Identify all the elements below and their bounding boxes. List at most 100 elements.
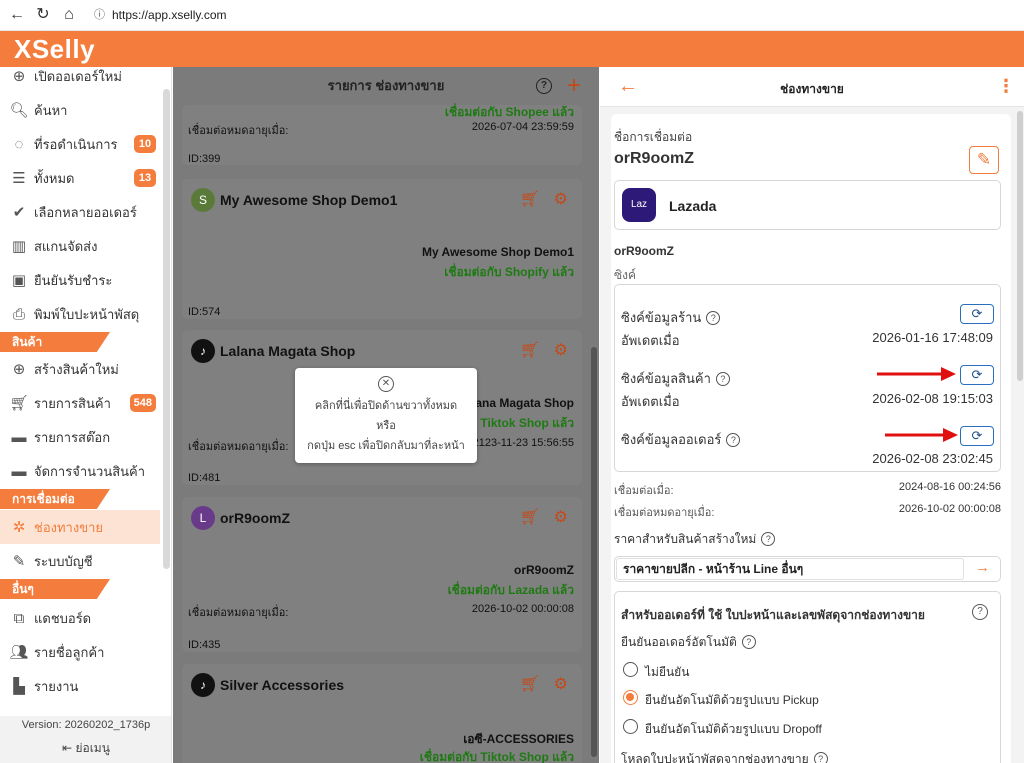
sidebar-item-confirm-payment[interactable]: ▣ ยืนยันรับชำระ [0,263,160,297]
site-info-icon[interactable]: ⓘ [94,4,105,26]
sidebar-item-multi-select[interactable]: ✔ เลือกหลายออเดอร์ [0,195,160,229]
sidebar-item-label: รายงาน [34,678,79,694]
updated-label: อัพเดตเมื่อ [621,394,680,409]
sidebar-item-label: ช่องทางขาย [34,519,103,535]
sync-icon: ⟳ [971,306,983,321]
price-select[interactable]: ราคาขายปลีก - หน้าร้าน Line อื่นๆ → [614,556,1001,582]
connected-date: 2024-08-16 00:24:56 [898,481,1001,493]
sidebar-item-sales-channels[interactable]: ✲ ช่องทางขาย [0,510,160,544]
sidebar-item-label: ยืนยันรับชำระ [34,272,113,288]
download-label: โหลดใบปะหน้าพัสดุจากช่องทางขาย? [621,750,828,763]
gear-icon[interactable]: ⚙ [554,340,568,360]
channel-card[interactable]: L orR9oomZ 🛒︎ ⚙ orR9oomZ เชื่อมต่อกับ La… [182,497,582,652]
section-products: สินค้า [0,332,110,352]
sidebar-item-all[interactable]: ☰ ทั้งหมด 13 [0,161,160,195]
channel-card[interactable]: เชื่อมต่อกับ Shopee แล้ว เชื่อมต่อหมดอาย… [182,105,582,165]
home-icon[interactable]: ⌂ [60,6,78,24]
help-icon[interactable]: ? [741,635,756,649]
detail-scrollbar[interactable] [1017,111,1023,381]
radio-dropoff[interactable] [623,719,638,734]
sync-shop-time: 2026-01-16 17:48:09 [872,330,993,345]
radio-no-confirm[interactable] [623,662,638,677]
order-settings-box: สำหรับออเดอร์ที่ ใช้ ใบปะหน้าและเลขพัสดุ… [614,591,1001,763]
sidebar-item-print-labels[interactable]: ⎙ พิมพ์ใบปะหน้าพัสดุ [0,297,160,331]
gear-icon[interactable]: ⚙ [554,189,568,209]
sidebar-item-new-product[interactable]: ⊕ สร้างสินค้าใหม่ [0,352,160,386]
sidebar-item-stock[interactable]: ▬ รายการสต๊อก [0,420,160,454]
sidebar-item-label: ค้นหา [34,102,68,118]
channel-name: orR9oomZ [220,510,290,526]
list-scrollbar[interactable] [591,347,597,757]
cart-icon[interactable]: 🛒︎ [520,507,540,527]
red-arrow-annotation [885,428,958,442]
price-label-text: ราคาสำหรับสินค้าสร้างใหม่ [614,532,757,546]
url-text: https://app.xselly.com [112,8,227,22]
sidebar-item-label: รายชื่อลูกค้า [34,644,105,660]
check-multiple-icon: ✔ [12,204,26,221]
channel-detail-panel: ← ช่องทางขาย ⋮ ชื่อการเชื่อมต่อ orR9oomZ… [600,67,1024,763]
help-icon[interactable]: ? [726,433,741,447]
section-connections: การเชื่อมต่อ [0,489,110,509]
channel-id: ID:574 [188,306,221,318]
help-icon[interactable]: ? [706,311,721,325]
help-icon[interactable]: ? [972,604,988,620]
option-label: ไม่ยืนยัน [645,665,690,679]
add-channel-button[interactable]: + [567,67,581,105]
close-icon[interactable]: ✕ [378,376,394,392]
channel-card[interactable]: S My Awesome Shop Demo1 🛒︎ ⚙ My Awesome … [182,179,582,319]
arrow-right-icon: → [975,559,990,576]
collapse-menu-button[interactable]: ⇤ ย่อเมนู [0,739,171,758]
sidebar-item-new-order[interactable]: ⊕ เปิดออเดอร์ใหม่ [0,67,160,93]
cart-icon[interactable]: 🛒︎ [520,340,540,360]
sidebar-item-dashboard[interactable]: ⧉ แดชบอร์ด [0,601,160,635]
help-icon[interactable]: ? [536,78,552,94]
address-bar[interactable]: ⓘ https://app.xselly.com [88,4,1018,26]
edit-name-button[interactable]: ✎ [969,146,999,174]
sync-shop-button[interactable]: ⟳ [960,304,994,324]
report-icon: ▙ [13,678,25,695]
back-icon[interactable]: ← [8,6,26,24]
sidebar-item-products[interactable]: 🛒︎ รายการสินค้า 548 [0,386,160,420]
sync-shop-text: ซิงค์ข้อมูลร้าน [621,310,702,325]
tooltip-line: หรือ [376,420,396,432]
channel-id: ID:481 [188,472,221,484]
sidebar-item-scan-ship[interactable]: ▥ สแกนจัดส่ง [0,229,160,263]
sync-product-text: ซิงค์ข้อมูลสินค้า [621,371,711,386]
plus-circle-icon: ⊕ [12,68,26,85]
gear-icon[interactable]: ⚙ [554,674,568,694]
help-icon[interactable]: ? [715,372,730,386]
expire-label: เชื่อมต่อหมดอายุเมื่อ: [188,441,289,453]
cash-icon: ▣ [11,272,27,289]
sync-product-button[interactable]: ⟳ [960,365,994,385]
channel-status: เชื่อมต่อกับ Shopee แล้ว [444,105,574,119]
sidebar-item-pending[interactable]: ◌ ที่รอดำเนินการ 10 [0,127,160,161]
customers-icon: 👥︎ [9,644,29,661]
expire-date: 2026-10-02 00:00:08 [898,503,1001,515]
cart-icon: 🛒︎ [9,395,29,412]
close-panels-tooltip[interactable]: ✕ คลิกที่นี่เพื่อปิดด้านขวาทั้งหมด หรือ … [295,368,477,463]
list-icon: ☰ [12,170,26,187]
sync-shop-label: ซิงค์ข้อมูลร้าน? [621,307,721,328]
cart-icon[interactable]: 🛒︎ [520,189,540,209]
help-icon[interactable]: ? [813,752,828,763]
channel-card[interactable]: ♪ Silver Accessories 🛒︎ ⚙ เอซี-ACCESSORI… [182,664,582,763]
sync-order-button[interactable]: ⟳ [960,426,994,446]
sidebar-item-search[interactable]: 🔍︎ ค้นหา [0,93,160,127]
radio-pickup[interactable] [623,690,638,705]
sync-product-label: ซิงค์ข้อมูลสินค้า? [621,368,730,389]
sidebar-item-manage-qty[interactable]: ▬ จัดการจำนวนสินค้า [0,454,160,488]
sidebar-scrollbar[interactable] [163,89,170,569]
sidebar-item-accounting[interactable]: ✎ ระบบบัญชี [0,544,160,578]
help-icon[interactable]: ? [761,532,776,546]
cart-icon[interactable]: 🛒︎ [520,674,540,694]
more-options-icon[interactable]: ⋮ [997,76,1015,97]
sidebar-item-label: ที่รอดำเนินการ [34,136,118,152]
gear-icon[interactable]: ⚙ [554,507,568,527]
tiktok-icon: ♪ [191,673,215,697]
auto-confirm-text: ยืนยันออเดอร์อัตโนมัติ [621,635,737,649]
sidebar-item-reports[interactable]: ▙ รายงาน [0,669,160,703]
stock-icon: ▬ [11,428,27,446]
xselly-logo[interactable]: XSelly [14,34,95,65]
reload-icon[interactable]: ↻ [34,6,52,24]
sidebar-item-customers[interactable]: 👥︎ รายชื่อลูกค้า [0,635,160,669]
